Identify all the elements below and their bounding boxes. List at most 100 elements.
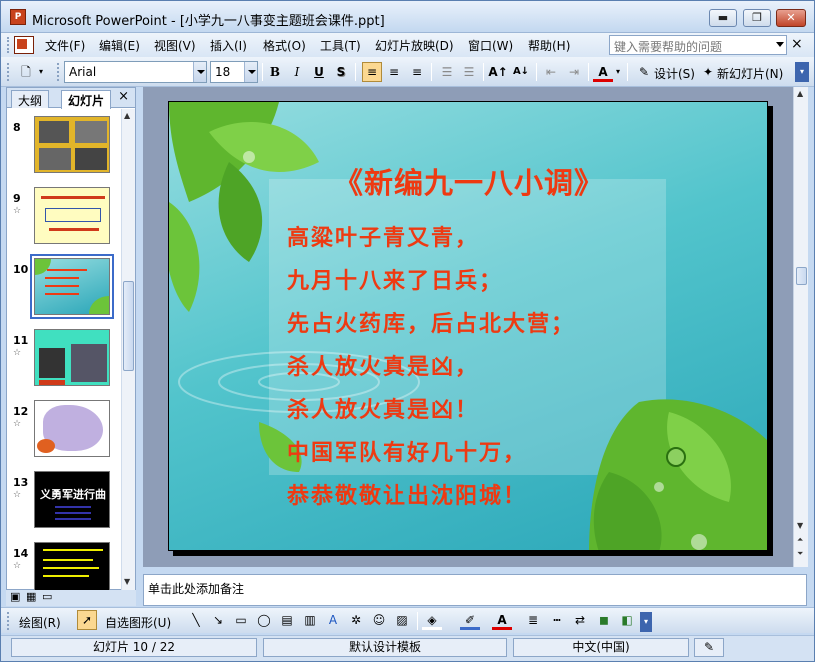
select-pointer-icon[interactable]: ➚ xyxy=(77,610,97,630)
toolbar-options-icon[interactable]: ▾ xyxy=(36,62,46,82)
current-slide[interactable]: 《新编九一八小调》 高粱叶子青又青， 九月十八来了日兵； 先占火药库，后占北大营… xyxy=(168,101,768,551)
panel-scrollbar[interactable]: ▲ ▼ xyxy=(121,109,135,590)
textbox-icon[interactable]: ▤ xyxy=(277,610,297,630)
rectangle-tool-icon[interactable]: ▭ xyxy=(231,610,251,630)
slide-thumbnail-13[interactable]: 义勇军进行曲 xyxy=(34,471,110,528)
align-left-icon[interactable]: ≡ xyxy=(362,62,382,82)
font-size-select[interactable]: 18 xyxy=(210,61,258,83)
normal-view-icon[interactable]: ▣ xyxy=(10,590,20,603)
numbering-icon[interactable]: ☰ xyxy=(437,62,457,82)
close-button[interactable]: ✕ xyxy=(776,9,806,27)
shadow-style-icon[interactable]: ◼ xyxy=(594,610,614,630)
arrow-tool-icon[interactable]: ↘ xyxy=(208,610,228,630)
slide-thumbnail-12[interactable] xyxy=(34,400,110,457)
shadow-button[interactable]: S xyxy=(331,62,351,82)
bold-button[interactable]: B xyxy=(265,62,285,82)
slide-sorter-icon[interactable]: ▦ xyxy=(26,590,36,603)
line-tool-icon[interactable]: ╲ xyxy=(186,610,206,630)
toolbar-separator xyxy=(431,63,432,81)
scroll-down-icon[interactable]: ▼ xyxy=(797,521,803,530)
close-document-icon[interactable]: × xyxy=(791,36,803,52)
toolbar-separator xyxy=(417,612,418,630)
chevron-down-icon[interactable]: ▾ xyxy=(613,62,623,82)
3d-style-icon[interactable]: ◧ xyxy=(617,610,637,630)
new-document-icon[interactable]: 🗋 xyxy=(16,62,36,82)
increase-indent-icon[interactable]: ⇥ xyxy=(564,62,584,82)
underline-button[interactable]: U xyxy=(309,62,329,82)
toolbar-grip[interactable] xyxy=(7,63,10,81)
italic-button[interactable]: I xyxy=(287,62,307,82)
menu-window[interactable]: 窗口(W) xyxy=(468,37,513,54)
scroll-down-icon[interactable]: ▼ xyxy=(124,577,130,586)
line-style-icon[interactable]: ≣ xyxy=(523,610,543,630)
vertical-textbox-icon[interactable]: ▥ xyxy=(300,610,320,630)
menu-file[interactable]: 文件(F) xyxy=(45,37,85,54)
slide-thumbnail-8[interactable] xyxy=(34,116,110,173)
spelling-check-icon[interactable]: ✎ xyxy=(694,638,724,657)
wordart-icon[interactable]: A xyxy=(323,610,343,630)
design-button[interactable]: 设计(S) xyxy=(654,65,695,82)
align-center-icon[interactable]: ≡ xyxy=(384,62,404,82)
chevron-down-icon[interactable] xyxy=(244,62,257,82)
maximize-button[interactable]: ❐ xyxy=(743,9,771,27)
menu-insert[interactable]: 插入(I) xyxy=(210,37,247,54)
poem-line: 杀人放火真是凶， xyxy=(287,354,480,380)
chevron-down-icon[interactable] xyxy=(193,62,206,82)
arrow-style-icon[interactable]: ⇄ xyxy=(570,610,590,630)
toolbar-grip-2[interactable] xyxy=(57,63,60,81)
menu-view[interactable]: 视图(V) xyxy=(154,37,196,54)
minimize-button[interactable]: ▬ xyxy=(709,9,737,27)
scroll-up-icon[interactable]: ▲ xyxy=(124,111,130,120)
line-color-icon[interactable]: ✐ xyxy=(460,610,480,630)
fill-color-icon[interactable]: ◈ xyxy=(422,610,442,630)
diagram-icon[interactable]: ✲ xyxy=(346,610,366,630)
toolbar-options-icon[interactable]: ▾ xyxy=(640,612,652,632)
slide-thumbnails: 8 9 ☆ 10 11 ☆ 12 ☆ 13 ☆ 义勇军进行曲 14 ☆ xyxy=(7,109,120,590)
design-icon[interactable]: ✎ xyxy=(634,62,654,82)
autoshapes-button[interactable]: 自选图形(U) xyxy=(105,614,171,631)
menu-edit[interactable]: 编辑(E) xyxy=(99,37,140,54)
next-slide-icon[interactable]: ⏷ xyxy=(797,549,803,559)
slide-thumbnail-11[interactable] xyxy=(34,329,110,386)
new-slide-icon[interactable]: ✦ xyxy=(698,62,718,82)
menu-tools[interactable]: 工具(T) xyxy=(320,37,361,54)
menu-grip[interactable] xyxy=(7,37,10,53)
picture-icon[interactable]: ▨ xyxy=(392,610,412,630)
previous-slide-icon[interactable]: ⏶ xyxy=(797,535,803,545)
draw-menu-button[interactable]: 绘图(R) xyxy=(19,614,61,631)
powerpoint-icon[interactable]: P xyxy=(10,9,26,25)
chevron-down-icon[interactable] xyxy=(776,42,784,47)
slideshow-icon[interactable]: ▭ xyxy=(42,590,52,603)
slide-thumbnail-14[interactable] xyxy=(34,542,110,590)
document-icon[interactable] xyxy=(14,36,34,54)
tab-slides[interactable]: 幻灯片 xyxy=(61,90,112,109)
help-search-input[interactable]: 键入需要帮助的问题 xyxy=(609,35,787,55)
tab-outline[interactable]: 大纲 xyxy=(11,90,50,108)
scroll-thumb[interactable] xyxy=(123,281,134,371)
decrease-indent-icon[interactable]: ⇤ xyxy=(541,62,561,82)
slide-thumbnail-10[interactable] xyxy=(30,254,114,319)
font-name-select[interactable]: Arial xyxy=(64,61,207,83)
slide-thumbnail-9[interactable] xyxy=(34,187,110,244)
oval-tool-icon[interactable]: ◯ xyxy=(254,610,274,630)
menu-slideshow[interactable]: 幻灯片放映(D) xyxy=(375,37,454,54)
toolbar-options-icon[interactable]: ▾ xyxy=(795,62,809,82)
toolbar-grip[interactable] xyxy=(7,612,10,630)
font-color-icon[interactable]: A xyxy=(492,610,512,630)
decrease-font-icon[interactable]: A↓ xyxy=(511,62,531,82)
new-slide-button[interactable]: 新幻灯片(N) xyxy=(717,65,783,82)
clipart-icon[interactable]: ☺ xyxy=(369,610,389,630)
close-icon[interactable]: × xyxy=(118,89,129,104)
increase-font-icon[interactable]: A↑ xyxy=(488,62,508,82)
bullets-icon[interactable]: ☰ xyxy=(459,62,479,82)
menu-help[interactable]: 帮助(H) xyxy=(528,37,570,54)
align-right-icon[interactable]: ≡ xyxy=(407,62,427,82)
scroll-up-icon[interactable]: ▲ xyxy=(797,89,803,98)
notes-pane[interactable]: 单击此处添加备注 xyxy=(143,574,807,606)
main-scrollbar[interactable]: ▲ ▼ ⏶ ⏷ xyxy=(793,87,808,567)
font-color-icon[interactable]: A xyxy=(593,62,613,82)
scroll-thumb[interactable] xyxy=(796,267,807,285)
font-name-value: Arial xyxy=(69,65,97,79)
menu-format[interactable]: 格式(O) xyxy=(263,37,306,54)
dash-style-icon[interactable]: ┅ xyxy=(547,610,567,630)
